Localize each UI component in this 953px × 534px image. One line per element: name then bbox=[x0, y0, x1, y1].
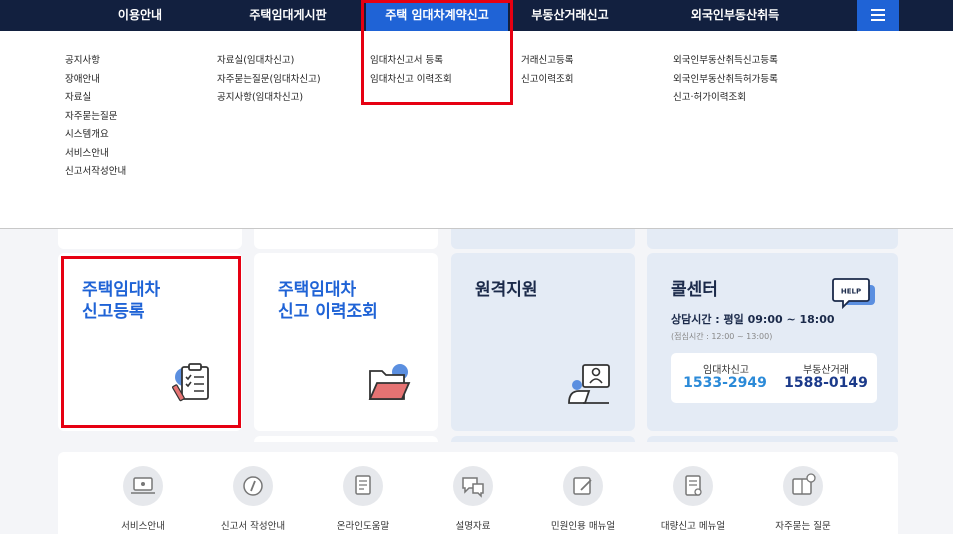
quick-faq[interactable]: 자주묻는 질문 bbox=[753, 466, 853, 532]
menu-column-usage: 공지사항 장애안내 자료실 자주묻는질문 시스템개요 서비스안내 신고서작성안내 bbox=[65, 52, 126, 182]
menu-lease-library[interactable]: 자료실(임대차신고) bbox=[217, 52, 321, 71]
card-lease-history[interactable]: 주택임대차 신고 이력조회 bbox=[254, 253, 438, 431]
lease-report-label: 임대차신고 bbox=[703, 365, 749, 376]
menu-faq[interactable]: 자주묻는질문 bbox=[65, 108, 126, 127]
menu-notice[interactable]: 공지사항 bbox=[65, 52, 126, 71]
nav-housing-lease-board[interactable]: 주택임대게시판 bbox=[228, 0, 348, 31]
menu-system-overview[interactable]: 시스템개요 bbox=[65, 126, 126, 145]
monitor-chat-icon bbox=[123, 466, 163, 506]
menu-outage[interactable]: 장애안내 bbox=[65, 71, 126, 90]
help-speech-bubble-icon: HELP bbox=[832, 278, 875, 310]
card-partial-2 bbox=[254, 229, 438, 249]
menu-lease-notice[interactable]: 공지사항(임대차신고) bbox=[217, 89, 321, 108]
quick-civil-manual[interactable]: 민원인용 매뉴얼 bbox=[533, 466, 633, 532]
card-row-gap-1 bbox=[254, 436, 438, 442]
real-estate-phone[interactable]: 1588-0149 bbox=[778, 375, 874, 391]
menu-transaction-history[interactable]: 신고이력조회 bbox=[521, 71, 573, 90]
folder-icon bbox=[368, 364, 411, 400]
card-remote-support[interactable]: 원격지원 bbox=[451, 253, 635, 431]
lease-report-phone[interactable]: 1533-2949 bbox=[677, 375, 773, 391]
call-center-hours: 상담시간 : 평일 09:00 ~ 18:00 bbox=[671, 313, 835, 326]
call-center-lunch: (점심시간 : 12:00 ~ 13:00) bbox=[671, 332, 773, 341]
menu-column-board: 자료실(임대차신고) 자주묻는질문(임대차신고) 공지사항(임대차신고) bbox=[217, 52, 321, 108]
quick-form-guide[interactable]: 신고서 작성안내 bbox=[203, 466, 303, 532]
menu-form-guide[interactable]: 신고서작성안내 bbox=[65, 163, 126, 182]
document-screen-icon bbox=[343, 466, 383, 506]
hamburger-menu-icon[interactable] bbox=[857, 0, 899, 31]
nav-foreigner-acquisition[interactable]: 외국인부동산취득 bbox=[670, 0, 800, 31]
card-remote-support-title: 원격지원 bbox=[475, 280, 538, 300]
remote-support-icon bbox=[568, 364, 610, 404]
quick-links-bar: 서비스안내 신고서 작성안내 온라인도움말 설명자료 민원인용 매뉴얼 대량신고… bbox=[58, 452, 898, 534]
highlight-active-menu bbox=[361, 0, 513, 105]
menu-report-permit-history[interactable]: 신고·허가이력조회 bbox=[673, 89, 778, 108]
quick-explanatory-material[interactable]: 설명자료 bbox=[423, 466, 523, 532]
menu-library[interactable]: 자료실 bbox=[65, 89, 126, 108]
pen-circle-icon bbox=[233, 466, 273, 506]
card-lease-history-title: 주택임대차 신고 이력조회 bbox=[278, 280, 378, 322]
card-row-gap-2 bbox=[451, 436, 635, 442]
menu-foreigner-acquisition-report[interactable]: 외국인부동산취득신고등록 bbox=[673, 52, 778, 71]
card-partial-4 bbox=[647, 229, 898, 249]
svg-text:HELP: HELP bbox=[841, 288, 861, 296]
card-row-gap-3 bbox=[647, 436, 898, 442]
nav-usage-guide[interactable]: 이용안내 bbox=[90, 0, 190, 31]
menu-column-transaction: 거래신고등록 신고이력조회 bbox=[521, 52, 573, 89]
menu-service-guide[interactable]: 서비스안내 bbox=[65, 145, 126, 164]
call-center-numbers: 임대차신고 부동산거래 1533-2949 1588-0149 bbox=[671, 353, 877, 403]
card-call-center: 콜센터 HELP 상담시간 : 평일 09:00 ~ 18:00 (점심시간 :… bbox=[647, 253, 898, 431]
real-estate-label: 부동산거래 bbox=[803, 365, 849, 376]
quick-bulk-report-manual[interactable]: 대량신고 메뉴얼 bbox=[643, 466, 743, 532]
menu-column-foreigner: 외국인부동산취득신고등록 외국인부동산취득허가등록 신고·허가이력조회 bbox=[673, 52, 778, 108]
card-call-center-title: 콜센터 bbox=[671, 280, 718, 300]
nav-real-estate-transaction[interactable]: 부동산거래신고 bbox=[510, 0, 630, 31]
card-partial-1 bbox=[58, 229, 242, 249]
file-stack-icon bbox=[673, 466, 713, 506]
quick-service-guide[interactable]: 서비스안내 bbox=[93, 466, 193, 532]
edit-document-icon bbox=[563, 466, 603, 506]
book-question-icon bbox=[783, 466, 823, 506]
menu-transaction-register[interactable]: 거래신고등록 bbox=[521, 52, 573, 71]
highlight-register-card bbox=[61, 256, 241, 428]
quick-online-help[interactable]: 온라인도움말 bbox=[313, 466, 413, 532]
menu-foreigner-acquisition-permit[interactable]: 외국인부동산취득허가등록 bbox=[673, 71, 778, 90]
card-partial-3 bbox=[451, 229, 635, 249]
question-chat-icon bbox=[453, 466, 493, 506]
menu-lease-faq[interactable]: 자주묻는질문(임대차신고) bbox=[217, 71, 321, 90]
